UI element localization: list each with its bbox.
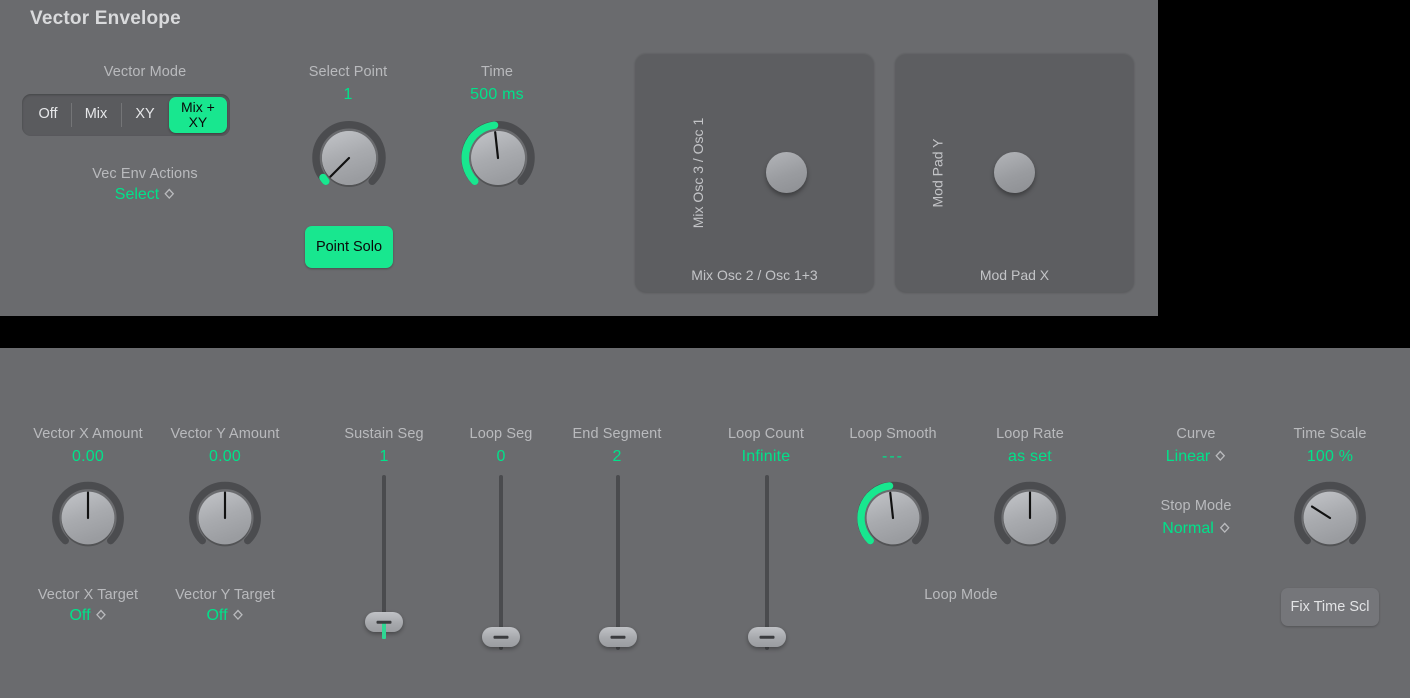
curve-label: Curve [1176,426,1215,442]
vector-mode-option-off[interactable]: Off [25,97,71,133]
sustain-seg-slider[interactable] [364,475,404,637]
vector-mode-segmented-control[interactable]: Off Mix XY Mix + XY [22,94,230,136]
mod-pad-y-label: Mod Pad Y [930,138,946,207]
fix-time-scl-button[interactable]: Fix Time Scl [1281,588,1379,626]
select-point-value: 1 [343,86,352,104]
sustain-seg-value: 1 [379,448,388,466]
vector-x-amount-value: 0.00 [72,448,104,466]
vec-env-actions-value: Select [115,186,159,204]
loop-seg-track[interactable] [499,475,503,650]
stop-mode-popup[interactable]: Normal [1162,520,1230,538]
mix-pad-y-label: Mix Osc 3 / Osc 1 [690,117,706,227]
loop-count-thumb[interactable] [748,627,786,647]
vector-x-amount-label: Vector X Amount [33,426,143,442]
loop-rate-value: as set [1008,448,1052,466]
mod-pad-x-label: Mod Pad X [895,267,1134,283]
time-scale-label: Time Scale [1294,426,1367,442]
vector-y-amount-knob[interactable] [181,474,269,562]
end-segment-value: 2 [612,448,621,466]
loop-rate-label: Loop Rate [996,426,1064,442]
end-segment-track[interactable] [616,475,620,650]
loop-smooth-label: Loop Smooth [849,426,936,442]
mod-vector-pad[interactable]: Mod Pad Y Mod Pad X [895,53,1134,292]
vec-env-actions-label: Vec Env Actions [92,166,197,182]
vector-mode-option-mix-xy[interactable]: Mix + XY [169,97,227,133]
plugin-window: Vector Envelope Vector Mode Off Mix XY M… [0,0,1410,698]
chevron-updown-icon [233,609,244,624]
loop-seg-value: 0 [496,448,505,466]
vector-y-amount-value: 0.00 [209,448,241,466]
loop-seg-label: Loop Seg [470,426,533,442]
mod-pad-handle[interactable] [994,152,1035,193]
select-point-label: Select Point [309,64,388,80]
end-segment-slider[interactable] [598,475,638,650]
loop-smooth-value: --- [882,448,904,466]
end-segment-label: End Segment [573,426,662,442]
chevron-updown-icon [164,188,175,203]
time-label: Time [481,64,513,80]
vector-y-target-value: Off [206,607,227,625]
point-solo-button[interactable]: Point Solo [305,226,393,268]
vector-y-target-popup[interactable]: Off [206,607,243,625]
vector-y-amount-label: Vector Y Amount [171,426,280,442]
loop-count-track[interactable] [765,475,769,650]
vector-mode-option-mix[interactable]: Mix [71,97,121,133]
curve-value: Linear [1166,448,1210,466]
sustain-seg-label: Sustain Seg [344,426,423,442]
time-scale-knob[interactable] [1286,474,1374,562]
mix-vector-pad[interactable]: Mix Osc 3 / Osc 1 Mix Osc 2 / Osc 1+3 [635,53,874,292]
vector-x-target-label: Vector X Target [38,587,138,603]
vector-mode-label: Vector Mode [104,64,187,80]
chevron-updown-icon [1215,450,1226,465]
vector-envelope-bottom-panel: Vector X Amount 0.00 Vector X Target Off [0,348,1410,698]
time-value: 500 ms [470,86,524,104]
loop-count-label: Loop Count [728,426,804,442]
page-title: Vector Envelope [30,8,181,30]
sustain-seg-thumb[interactable] [365,612,403,632]
chevron-updown-icon [96,609,107,624]
loop-seg-slider[interactable] [481,475,521,650]
vector-x-amount-knob[interactable] [44,474,132,562]
stop-mode-value: Normal [1162,520,1214,538]
chevron-updown-icon [1219,522,1230,537]
loop-count-value: Infinite [742,448,791,466]
loop-seg-thumb[interactable] [482,627,520,647]
loop-count-slider[interactable] [747,475,787,650]
time-knob[interactable] [453,113,543,203]
mix-pad-x-label: Mix Osc 2 / Osc 1+3 [635,267,874,283]
vector-x-target-popup[interactable]: Off [69,607,106,625]
vector-x-target-value: Off [69,607,90,625]
loop-rate-knob[interactable] [986,474,1074,562]
stop-mode-label: Stop Mode [1160,498,1231,514]
time-scale-value: 100 % [1307,448,1353,466]
vector-y-target-label: Vector Y Target [175,587,275,603]
select-point-knob[interactable] [304,113,394,203]
loop-mode-label: Loop Mode [924,587,997,603]
vector-mode-option-xy[interactable]: XY [121,97,169,133]
loop-smooth-knob[interactable] [849,474,937,562]
vec-env-actions-popup[interactable]: Select [115,186,175,204]
end-segment-thumb[interactable] [599,627,637,647]
mix-pad-handle[interactable] [766,152,807,193]
curve-popup[interactable]: Linear [1166,448,1226,466]
vector-envelope-top-panel: Vector Envelope Vector Mode Off Mix XY M… [0,0,1158,316]
